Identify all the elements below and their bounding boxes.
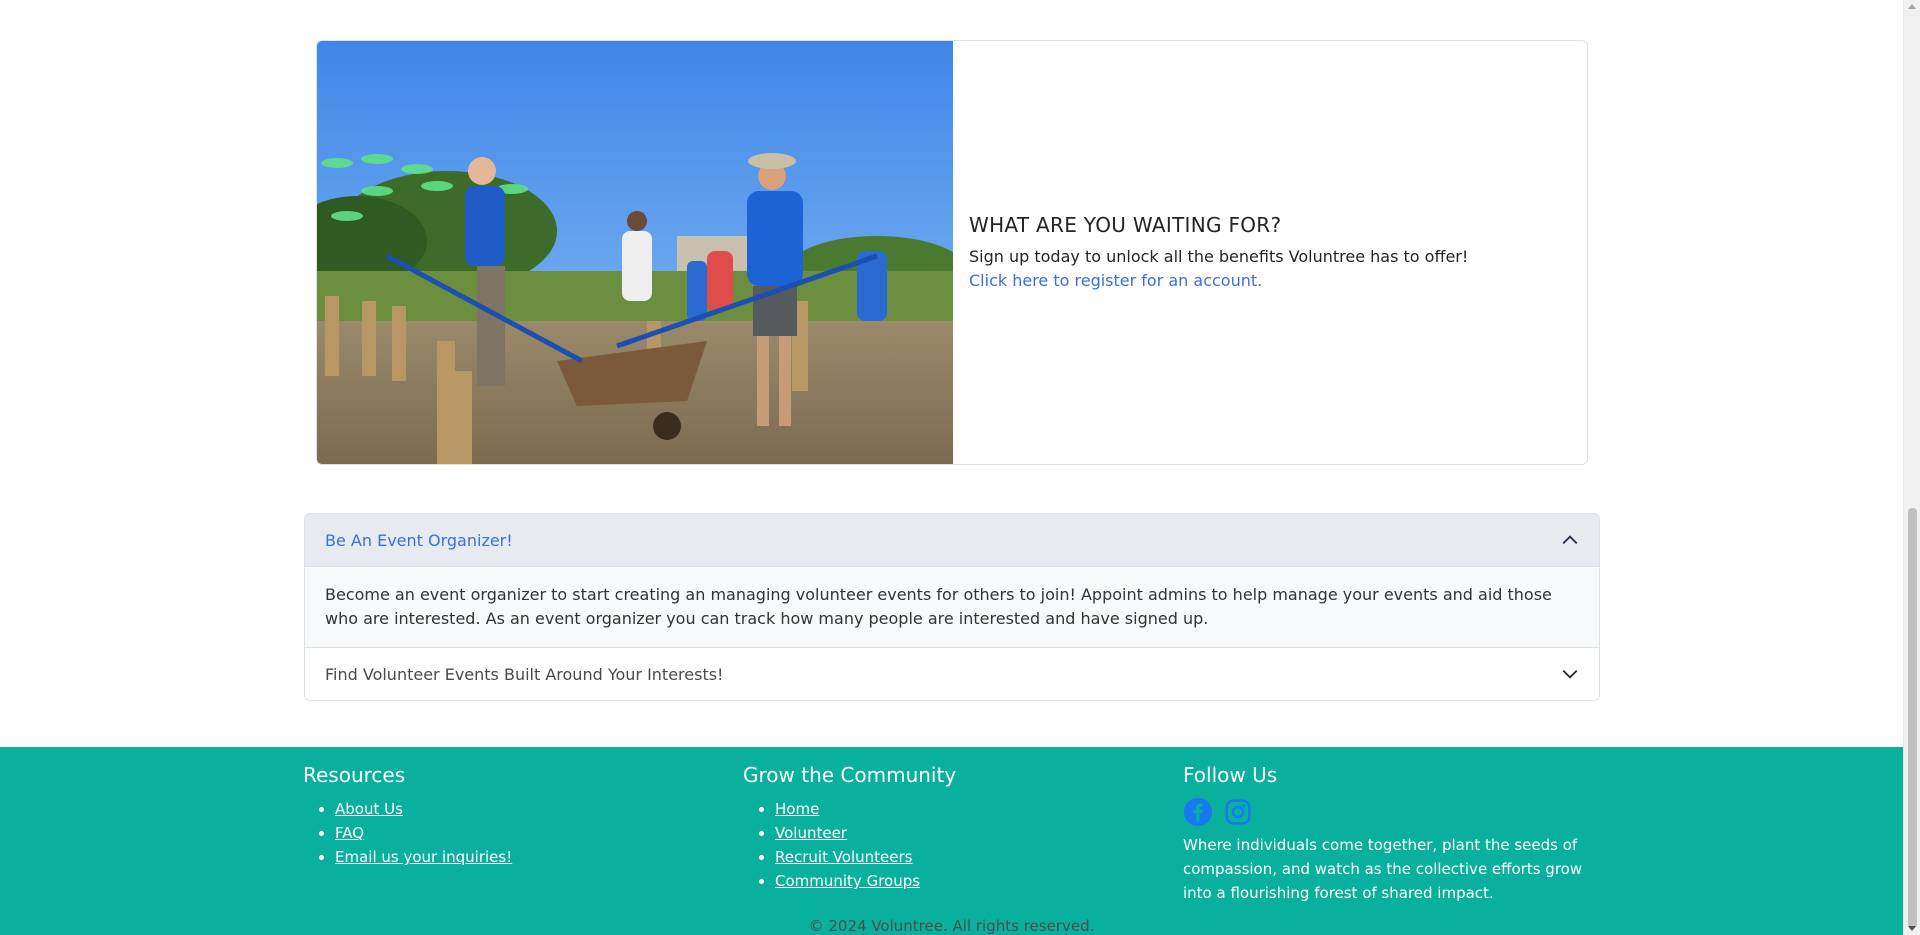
footer-resources-title: Resources <box>303 763 406 787</box>
list-item: About Us <box>335 797 512 821</box>
accordion-header-event-organizer[interactable]: Be An Event Organizer! <box>305 514 1599 567</box>
register-card-title: WHAT ARE YOU WAITING FOR? <box>969 212 1282 237</box>
accordion-title: Be An Event Organizer! <box>325 530 513 550</box>
accordion-body-event-organizer: Become an event organizer to start creat… <box>305 567 1599 647</box>
footer-tagline: Where individuals come together, plant t… <box>1183 836 1583 902</box>
community-groups-link[interactable]: Community Groups <box>775 872 920 890</box>
register-card-body: WHAT ARE YOU WAITING FOR? Sign up today … <box>953 41 1587 464</box>
register-link[interactable]: Click here to register for an account. <box>969 269 1571 293</box>
list-item: FAQ <box>335 821 512 845</box>
recruit-volunteers-link[interactable]: Recruit Volunteers <box>775 848 913 866</box>
social-links <box>1183 797 1603 827</box>
footer-community: Grow the Community Home Volunteer Recrui… <box>743 763 956 893</box>
accordion-title: Find Volunteer Events Built Around Your … <box>325 664 724 684</box>
copyright-text: © 2024 Voluntree. All rights reserved. <box>808 917 1095 935</box>
list-item: Recruit Volunteers <box>775 845 956 869</box>
about-us-link[interactable]: About Us <box>335 800 403 818</box>
footer-community-title: Grow the Community <box>743 763 957 787</box>
home-link[interactable]: Home <box>775 800 819 818</box>
chevron-up-icon <box>1562 535 1578 545</box>
features-accordion: Be An Event Organizer! Become an event o… <box>304 513 1600 701</box>
chevron-down-icon <box>1562 669 1578 679</box>
accordion-header-find-events[interactable]: Find Volunteer Events Built Around Your … <box>305 647 1599 700</box>
list-item: Community Groups <box>775 869 956 893</box>
faq-link[interactable]: FAQ <box>335 824 364 842</box>
register-card-text: Sign up today to unlock all the benefits… <box>969 246 1469 266</box>
list-item: Email us your inquiries! <box>335 845 512 869</box>
site-footer: Resources About Us FAQ Email us your inq… <box>0 747 1903 935</box>
list-item: Home <box>775 797 956 821</box>
footer-resources: Resources About Us FAQ Email us your inq… <box>303 763 512 869</box>
email-inquiries-link[interactable]: Email us your inquiries! <box>335 848 512 866</box>
footer-follow: Follow Us Where individuals come togethe… <box>1183 763 1603 905</box>
scrollbar-thumb[interactable] <box>1908 508 1917 928</box>
instagram-icon[interactable] <box>1223 797 1253 827</box>
scroll-up-arrow-icon[interactable] <box>1908 4 1916 9</box>
scroll-down-arrow-icon[interactable] <box>1908 926 1916 931</box>
register-card: WHAT ARE YOU WAITING FOR? Sign up today … <box>316 40 1588 465</box>
list-item: Volunteer <box>775 821 956 845</box>
volunteer-link[interactable]: Volunteer <box>775 824 847 842</box>
volunteers-photo <box>317 41 953 464</box>
footer-follow-title: Follow Us <box>1183 763 1278 787</box>
facebook-icon[interactable] <box>1183 797 1213 827</box>
page-scrollbar[interactable] <box>1903 0 1920 935</box>
